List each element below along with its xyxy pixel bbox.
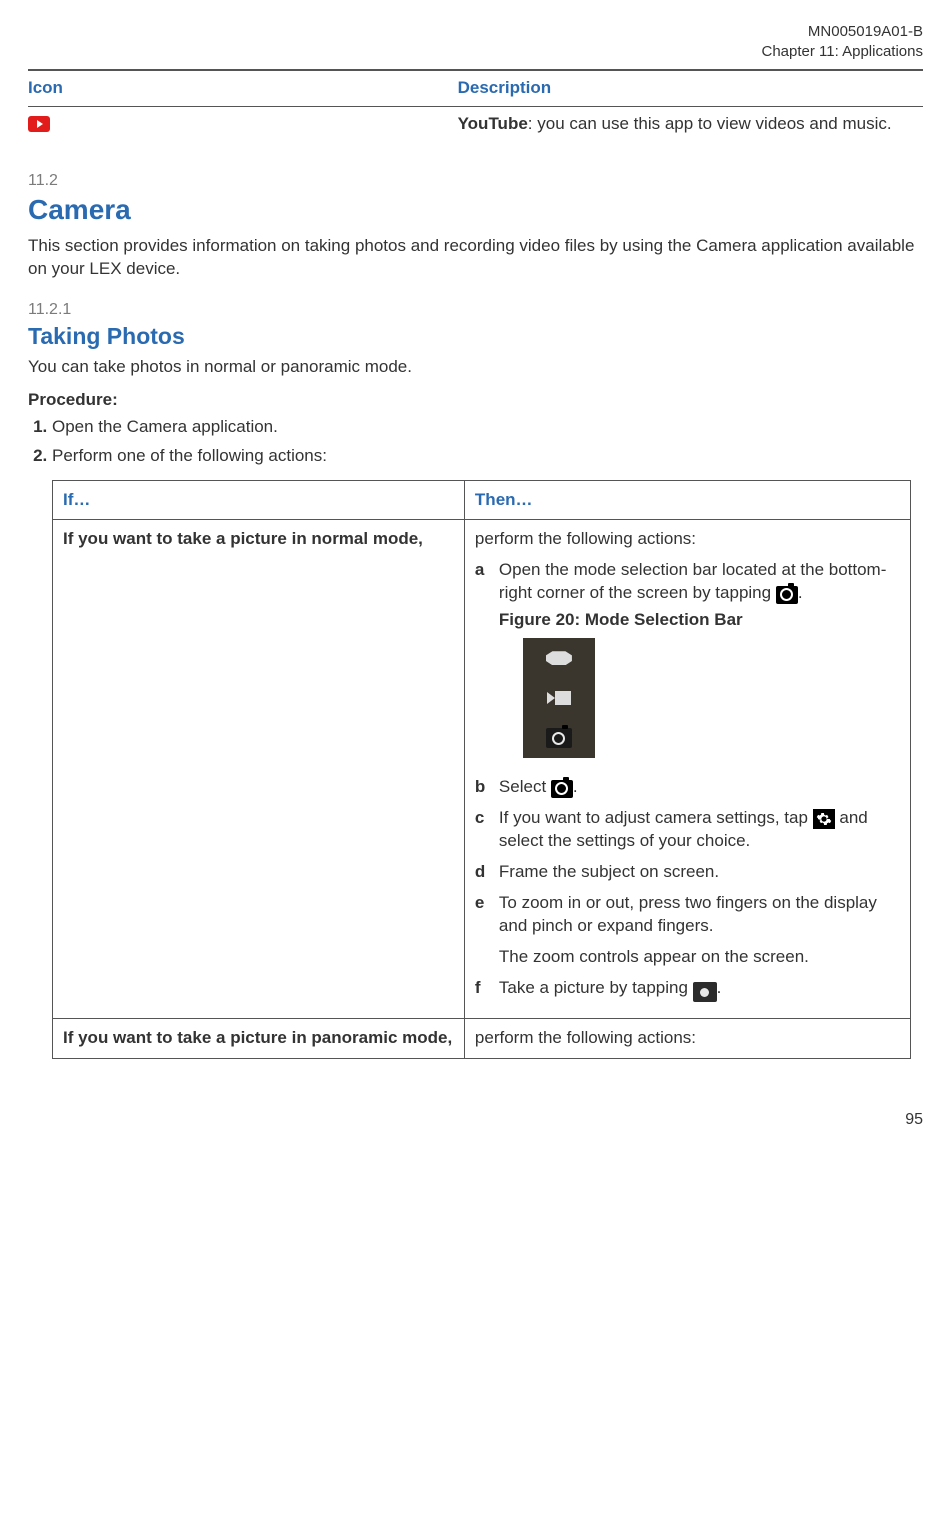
section-body: This section provides information on tak… [28,235,923,281]
table-row: YouTube: you can use this app to view vi… [28,106,923,141]
app-icon-table: Icon Description YouTube: you can use th… [28,71,923,142]
subsection-title: Taking Photos [28,321,923,352]
substep-e: e To zoom in or out, press two fingers o… [475,892,900,969]
substep-d: d Frame the subject on screen. [475,861,900,884]
col-desc-header: Description [458,71,923,106]
then-header: Then… [464,480,910,520]
page-header: MN005019A01-B Chapter 11: Applications [28,22,923,61]
app-name: YouTube [458,114,528,133]
table-row: If you want to take a picture in normal … [53,520,911,1019]
youtube-icon [28,116,50,132]
step-1: Open the Camera application. [52,416,923,439]
condition-panoramic: If you want to take a picture in panoram… [53,1019,465,1059]
col-icon-header: Icon [28,71,458,106]
substep-a: a Open the mode selection bar located at… [475,559,900,768]
camera-mode-icon [551,780,573,798]
substep-f: f Take a picture by tapping . [475,977,900,1003]
section-title: Camera [28,191,923,229]
chapter-ref: Chapter 11: Applications [28,42,923,62]
page-number: 95 [28,1109,923,1131]
doc-id: MN005019A01-B [28,22,923,42]
capture-icon [693,982,717,1002]
then-panoramic-lead: perform the following actions: [475,1027,900,1050]
panorama-icon [546,651,572,665]
subsection-body: You can take photos in normal or panoram… [28,356,923,379]
camera-mode-icon [776,586,798,604]
gear-icon [813,809,835,829]
procedure-label: Procedure: [28,389,923,412]
if-then-table: If… Then… If you want to take a picture … [52,480,911,1060]
then-normal: perform the following actions: a Open th… [475,528,900,1002]
subsection-number: 11.2.1 [28,299,923,321]
section-number: 11.2 [28,170,923,192]
then-lead: perform the following actions: [475,528,900,551]
camera-icon [546,728,572,748]
procedure-steps: Open the Camera application. Perform one… [52,416,923,468]
substep-b: b Select . [475,776,900,799]
substep-c: c If you want to adjust camera settings,… [475,807,900,853]
figure-caption: Figure 20: Mode Selection Bar [499,609,900,632]
condition-normal: If you want to take a picture in normal … [53,520,465,1019]
app-desc: : you can use this app to view videos an… [528,114,892,133]
if-header: If… [53,480,465,520]
mode-selection-bar-figure [523,638,595,758]
video-icon [546,688,572,708]
step-2: Perform one of the following actions: [52,445,923,468]
table-row: If you want to take a picture in panoram… [53,1019,911,1059]
